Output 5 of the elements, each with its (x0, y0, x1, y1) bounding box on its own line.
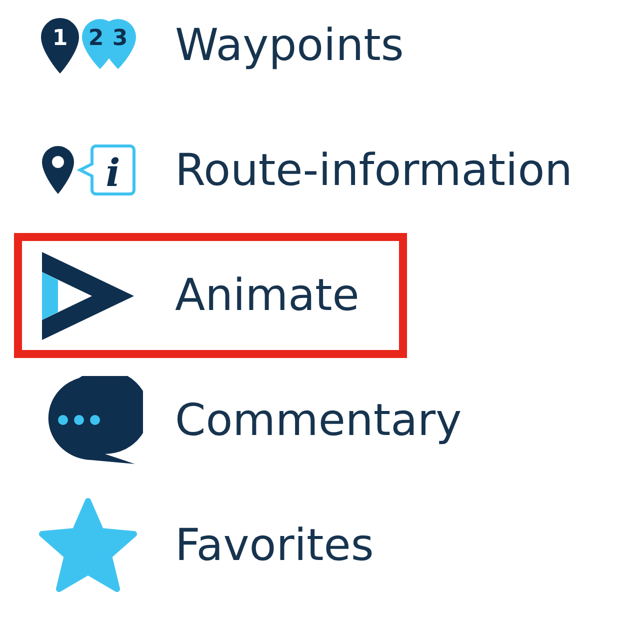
menu-item[interactable]: Animate (14, 233, 408, 358)
menu-item[interactable]: 1 2 3 Waypoints (14, 0, 452, 108)
menu-item[interactable]: i Route-information (14, 108, 621, 233)
menu-item[interactable]: Commentary (14, 358, 510, 483)
menu-item[interactable]: Favorites (14, 483, 422, 608)
